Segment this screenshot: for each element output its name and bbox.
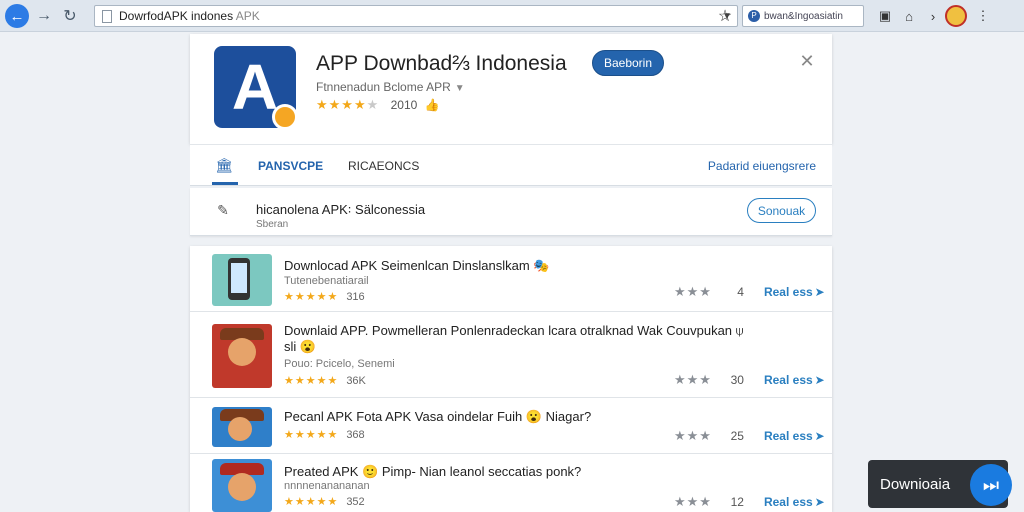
list-item-sub: Pouo: Pcicelo, Senemi xyxy=(284,358,395,370)
list-item[interactable]: Downlocad APK Seimenlcan Dinslanslkam 🎭 … xyxy=(190,246,832,312)
app-thumbnail xyxy=(212,324,272,388)
app-badge-icon xyxy=(272,104,298,130)
download-fab-icon[interactable]: ⏭ xyxy=(970,464,1012,506)
tabs-right-link[interactable]: Padarid eiuengsrere xyxy=(708,159,816,173)
search-result-title: hicanolena APK꞉ Sälconessia xyxy=(256,202,426,217)
read-link[interactable]: Real ess xyxy=(764,495,813,509)
list-item-title[interactable]: Downlaid APP. Powmelleran Ponlenradeckan… xyxy=(284,323,743,339)
read-link[interactable]: Real ess xyxy=(764,429,813,443)
app-logo: A xyxy=(214,46,298,130)
rating-count: 316 xyxy=(346,291,365,303)
tabs-bar: 🏛 PANSVCPE RICAEONCS Padarid eiuengsrere xyxy=(190,144,832,186)
list-item[interactable]: Preated APK 🙂 Pimp- Nian leanol seccatia… xyxy=(190,455,832,512)
forward-icon[interactable]: → xyxy=(32,4,56,28)
gray-stars: ★★★ xyxy=(674,494,712,509)
active-tab-indicator xyxy=(212,182,238,185)
chevron-down-icon[interactable]: ▼ xyxy=(455,83,465,94)
list-item-rating: ★★★★★ 368 xyxy=(284,429,365,441)
menu-icon[interactable]: ⋮ xyxy=(974,7,992,25)
list-item-right: ★★★ 30 Real ess ➤ xyxy=(674,372,825,388)
rating-year: 2010 xyxy=(390,98,418,112)
browser-toolbar: ← → ↻ DowrfodAPK indones APK ▼ ☆ P bwan&… xyxy=(0,0,1024,32)
address-bar[interactable]: DowrfodAPK indones APK ▼ xyxy=(94,5,738,27)
right-number: 4 xyxy=(737,285,744,299)
reader-icon[interactable]: ▣ xyxy=(876,7,894,25)
list-item-rating: ★★★★★ 352 xyxy=(284,496,365,508)
list-item-right: ★★★ 12 Real ess ➤ xyxy=(674,494,825,510)
search-result-row[interactable]: ✎ hicanolena APK꞉ Sälconessia Sberan Son… xyxy=(190,188,832,236)
list-item-rating: ★★★★★ 36K xyxy=(284,375,366,387)
rating-count: 36K xyxy=(346,375,366,387)
read-link[interactable]: Real ess xyxy=(764,373,813,387)
app-thumbnail xyxy=(212,407,272,447)
rating-count: 368 xyxy=(346,429,365,441)
app-rating: ★★★★★ 2010 👍 xyxy=(316,97,440,113)
list-item-title[interactable]: Downlocad APK Seimenlcan Dinslanslkam 🎭 xyxy=(284,258,549,274)
tab-home-icon[interactable]: 🏛 xyxy=(214,157,234,175)
pocket-icon: P xyxy=(748,10,760,22)
arrow-icon[interactable]: › xyxy=(924,7,942,25)
rating-stars: ★★★★★ xyxy=(316,97,380,112)
bird-icon[interactable]: ➤ xyxy=(815,285,825,299)
list-item-title[interactable]: Preated APK 🙂 Pimp- Nian leanol seccatia… xyxy=(284,464,581,480)
list-item-rating: ★★★★★ 316 xyxy=(284,291,365,303)
avatar[interactable] xyxy=(945,5,967,27)
reload-icon[interactable]: ↻ xyxy=(58,4,82,28)
edit-icon: ✎ xyxy=(217,202,229,218)
search-box[interactable]: P bwan&Ingoasiatin xyxy=(742,5,864,27)
tab-secondary[interactable]: RICAEONCS xyxy=(348,159,419,173)
primary-action-button[interactable]: Baeborin xyxy=(592,50,664,76)
bird-icon[interactable]: ➤ xyxy=(815,373,825,387)
app-thumbnail xyxy=(212,459,272,512)
thumb-icon[interactable]: 👍 xyxy=(425,98,440,112)
app-header-card: A APP Downbad⅔ Indonesia Ftnnenadun Bclo… xyxy=(190,34,832,144)
list-item[interactable]: Pecanl APK Fota APK Vasa oindelar Fuih 😮… xyxy=(190,399,832,454)
search-text[interactable]: bwan&Ingoasiatin xyxy=(764,11,843,22)
app-list: Downlocad APK Seimenlcan Dinslanslkam 🎭 … xyxy=(190,246,832,512)
right-number: 25 xyxy=(730,429,744,443)
rating-count: 352 xyxy=(346,496,365,508)
right-number: 12 xyxy=(730,495,744,509)
star-icon[interactable]: ☆ xyxy=(714,5,736,27)
search-result-button[interactable]: Sonouak xyxy=(747,198,816,223)
gray-stars: ★★★ xyxy=(674,284,712,299)
app-title: APP Downbad⅔ Indonesia xyxy=(316,52,567,75)
list-item-sub: nnnnenanananan xyxy=(284,480,370,492)
gray-stars: ★★★ xyxy=(674,428,712,443)
list-item-right: ★★★ 4 Real ess ➤ xyxy=(674,284,825,300)
bird-icon[interactable]: ➤ xyxy=(815,429,825,443)
list-item-right: ★★★ 25 Real ess ➤ xyxy=(674,428,825,444)
search-result-sub: Sberan xyxy=(256,219,289,230)
list-item-sub: Tutenebenatiarail xyxy=(284,275,369,287)
address-text[interactable]: DowrfodAPK indones APK xyxy=(119,9,717,23)
floating-download-label[interactable]: Downioaia xyxy=(880,476,950,493)
gray-stars: ★★★ xyxy=(674,372,712,387)
close-icon[interactable]: ✕ xyxy=(796,50,818,72)
list-item[interactable]: Downlaid APP. Powmelleran Ponlenradeckan… xyxy=(190,314,832,398)
home-icon[interactable]: ⌂ xyxy=(900,7,918,25)
page-icon xyxy=(102,9,112,23)
tab-primary[interactable]: PANSVCPE xyxy=(258,159,323,173)
list-item-title-cont: sli 😮 xyxy=(284,339,317,354)
bird-icon[interactable]: ➤ xyxy=(815,495,825,509)
back-icon[interactable]: ← xyxy=(5,4,29,28)
read-link[interactable]: Real ess xyxy=(764,285,813,299)
app-thumbnail xyxy=(212,254,272,306)
list-item-title[interactable]: Pecanl APK Fota APK Vasa oindelar Fuih 😮… xyxy=(284,409,591,425)
right-number: 30 xyxy=(730,373,744,387)
app-subtitle[interactable]: Ftnnenadun Bclome APR ▼ xyxy=(316,80,465,94)
